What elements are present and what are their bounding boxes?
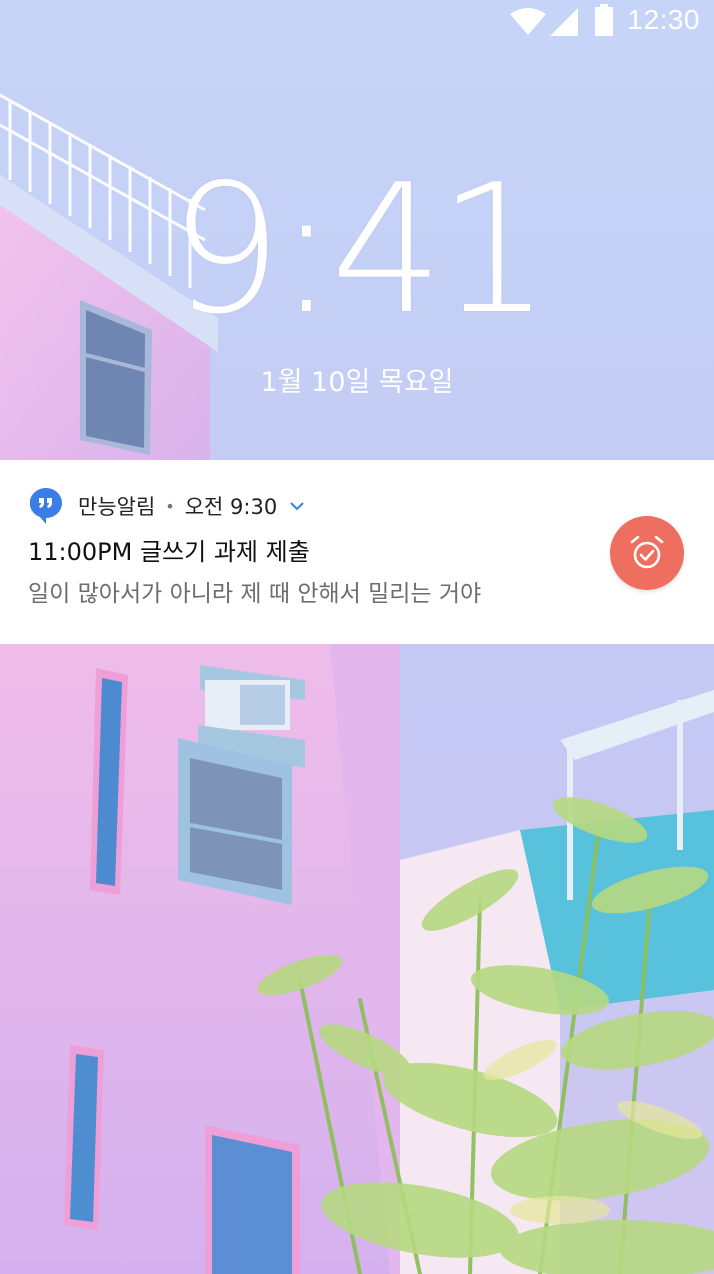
wifi-icon bbox=[510, 8, 546, 35]
notification-body: 일이 많아서가 아니라 제 때 안해서 밀리는 거야 bbox=[28, 581, 482, 607]
alarm-check-icon bbox=[630, 535, 664, 569]
status-time: 12:30 bbox=[627, 4, 700, 35]
notification-title: 11:00PM 글쓰기 과제 제출 bbox=[28, 538, 310, 566]
cell-signal-icon bbox=[550, 8, 578, 36]
notification-time: 오전 9:30 bbox=[184, 495, 278, 519]
battery-icon bbox=[595, 4, 613, 36]
chevron-down-icon[interactable] bbox=[289, 501, 305, 511]
notification-app-name: 만능알림 bbox=[78, 495, 156, 519]
lockscreen-clock: 9:41 bbox=[169, 146, 551, 353]
notification-separator: • bbox=[165, 496, 175, 516]
lockscreen-date: 1월 10일 목요일 bbox=[260, 367, 454, 398]
notification-header: 만능알림 • 오전 9:30 bbox=[30, 486, 305, 526]
notification-card[interactable]: 만능알림 • 오전 9:30 11:00PM 글쓰기 과제 제출 일이 많아서가… bbox=[0, 460, 714, 644]
alarm-action-button[interactable] bbox=[610, 516, 684, 590]
quote-bubble-icon bbox=[30, 488, 62, 524]
status-bar: 12:30 bbox=[0, 0, 714, 44]
